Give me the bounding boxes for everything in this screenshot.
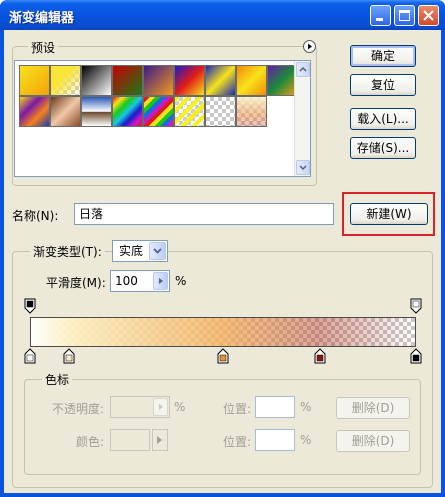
reset-button[interactable]: 复位 bbox=[350, 74, 416, 96]
smoothness-value: 100 bbox=[115, 274, 138, 288]
preset-swatch-fill bbox=[20, 97, 49, 126]
scroll-down-button[interactable] bbox=[296, 160, 310, 175]
preset-swatch-fill bbox=[113, 97, 142, 126]
play-arrow-icon bbox=[157, 436, 162, 444]
smoothness-unit: % bbox=[175, 274, 187, 288]
save-button[interactable]: 存储(S)... bbox=[350, 137, 416, 159]
color-stop-1[interactable] bbox=[63, 348, 75, 364]
color-location-unit: % bbox=[300, 433, 312, 447]
preset-swatch-fill bbox=[175, 66, 204, 95]
preset-swatch-fill bbox=[175, 97, 204, 126]
preset-swatch-blue-yellow-blue[interactable] bbox=[205, 65, 236, 96]
preset-swatch-fill bbox=[82, 66, 111, 95]
preset-swatch-fill bbox=[206, 66, 235, 95]
opacity-input[interactable] bbox=[110, 396, 170, 418]
opacity-stop-1[interactable] bbox=[410, 298, 422, 314]
preset-swatch-fill bbox=[206, 97, 235, 126]
color-location-input[interactable] bbox=[255, 429, 295, 451]
color-stop-0[interactable] bbox=[24, 348, 36, 364]
name-label: 名称(N): bbox=[12, 209, 59, 223]
gradient-type-value: 实底 bbox=[119, 244, 144, 258]
smoothness-input[interactable]: 100 bbox=[110, 270, 170, 292]
color-picker-button[interactable] bbox=[152, 429, 168, 451]
minimize-button[interactable] bbox=[370, 5, 391, 26]
color-swatch[interactable] bbox=[110, 429, 150, 451]
preset-swatch-grid bbox=[14, 60, 311, 177]
preset-swatch-black-white[interactable] bbox=[81, 65, 112, 96]
new-button[interactable]: 新建(W) bbox=[350, 203, 428, 225]
preset-swatch-orange-yellow-orange[interactable] bbox=[236, 65, 267, 96]
close-button[interactable] bbox=[418, 5, 439, 26]
stops-legend: 色标 bbox=[42, 371, 73, 388]
preset-swatch-fill bbox=[51, 97, 80, 126]
preset-swatch-blue-red-yellow[interactable] bbox=[174, 65, 205, 96]
smoothness-slider-button[interactable] bbox=[153, 272, 168, 290]
opacity-label: 不透明度: bbox=[52, 402, 105, 416]
color-stop-3[interactable] bbox=[314, 348, 326, 364]
preset-swatch-fill bbox=[237, 66, 266, 95]
opacity-location-input[interactable] bbox=[255, 396, 295, 418]
smoothness-label: 平滑度(M): bbox=[46, 276, 106, 290]
preset-swatch-foreground-to-background[interactable] bbox=[19, 65, 50, 96]
color-stop-4[interactable] bbox=[410, 348, 422, 364]
preset-swatch-fill bbox=[268, 66, 297, 95]
gradient-type-select[interactable]: 实底 bbox=[112, 240, 168, 262]
chevron-down-icon bbox=[153, 248, 162, 254]
preset-swatch-new-preset[interactable] bbox=[236, 96, 267, 127]
preset-swatch-foreground-to-transparent[interactable] bbox=[50, 65, 81, 96]
preset-swatch-fill bbox=[144, 66, 173, 95]
gradient-type-dropdown-button[interactable] bbox=[149, 242, 166, 260]
stops-group bbox=[24, 379, 421, 475]
preset-scrollbar[interactable] bbox=[294, 61, 310, 176]
delete-color-stop-button[interactable]: 删除(D) bbox=[336, 430, 410, 452]
scroll-up-button[interactable] bbox=[296, 62, 310, 77]
preset-swatch-copper[interactable] bbox=[50, 96, 81, 127]
gradient-type-label: 渐变类型(T): bbox=[30, 243, 105, 260]
play-arrow-icon bbox=[159, 278, 163, 284]
preset-swatch-fill bbox=[20, 66, 49, 95]
preset-swatch-fill bbox=[144, 97, 173, 126]
chevron-up-icon bbox=[299, 66, 307, 72]
ok-button[interactable]: 确定 bbox=[350, 45, 416, 67]
play-arrow-icon bbox=[159, 404, 163, 410]
gradient-fill bbox=[31, 318, 415, 346]
preset-swatch-transparent-stripes[interactable] bbox=[174, 96, 205, 127]
preset-swatch-spectrum[interactable] bbox=[112, 96, 143, 127]
gradient-preview-bar[interactable] bbox=[30, 317, 416, 347]
chevron-down-icon bbox=[299, 165, 307, 171]
preset-swatch-transparent-rainbow[interactable] bbox=[143, 96, 174, 127]
title-bar[interactable]: 渐变编辑器 bbox=[0, 0, 445, 30]
opacity-location-label: 位置: bbox=[223, 402, 252, 416]
delete-opacity-stop-button[interactable]: 删除(D) bbox=[336, 397, 410, 419]
close-icon bbox=[423, 10, 434, 21]
opacity-unit: % bbox=[174, 400, 186, 414]
preset-swatch-fill bbox=[82, 97, 111, 126]
preset-swatch-fill bbox=[51, 66, 80, 95]
load-button[interactable]: 载入(L)... bbox=[350, 108, 416, 130]
window-title: 渐变编辑器 bbox=[9, 11, 75, 26]
play-arrow-icon bbox=[308, 43, 312, 50]
presets-menu-button[interactable] bbox=[303, 40, 316, 53]
color-label: 颜色: bbox=[76, 435, 105, 449]
dialog-body: 预设 确定 复位 载入(L)... 存储(S)... 名称(N): 日落 新建(… bbox=[4, 30, 441, 493]
preset-swatch-fill bbox=[237, 97, 266, 126]
preset-swatch-chrome[interactable] bbox=[81, 96, 112, 127]
preset-swatch-yellow-violet-orange-blue[interactable] bbox=[19, 96, 50, 127]
preset-swatch-transparent[interactable] bbox=[205, 96, 236, 127]
opacity-location-unit: % bbox=[300, 400, 312, 414]
color-location-label: 位置: bbox=[223, 435, 252, 449]
maximize-icon bbox=[399, 10, 410, 21]
opacity-slider-button[interactable] bbox=[153, 398, 168, 416]
minimize-icon bbox=[376, 18, 383, 21]
name-input[interactable]: 日落 bbox=[74, 203, 334, 225]
maximize-button[interactable] bbox=[394, 5, 415, 26]
preset-swatch-red-green[interactable] bbox=[112, 65, 143, 96]
gradient-editor-window: 渐变编辑器 预设 确定 复位 载入(L)... 存储(S)... 名称(N): … bbox=[0, 0, 445, 497]
preset-swatch-fill bbox=[113, 66, 142, 95]
preset-swatch-violet-orange[interactable] bbox=[143, 65, 174, 96]
presets-legend: 预设 bbox=[28, 39, 59, 56]
color-stop-2[interactable] bbox=[217, 348, 229, 364]
opacity-stop-0[interactable] bbox=[24, 298, 36, 314]
